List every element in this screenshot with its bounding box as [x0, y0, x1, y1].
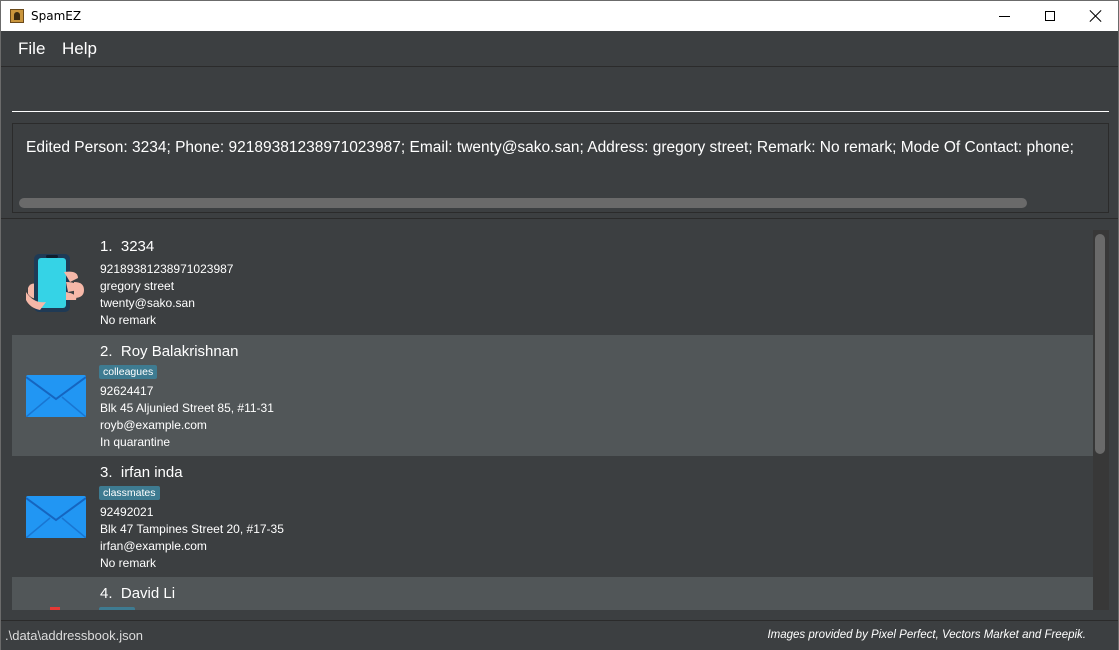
person-index: 1.: [100, 238, 113, 255]
person-email: irfan@example.com: [100, 539, 207, 553]
person-card[interactable]: 2. Roy Balakrishnan colleagues 92624417 …: [12, 335, 1093, 456]
save-location: .\data\addressbook.json: [5, 628, 144, 643]
person-address: Blk 47 Tampines Street 20, #17-35: [100, 522, 284, 536]
close-icon: [1090, 10, 1102, 22]
result-message: Edited Person: 3234; Phone: 921893812389…: [26, 139, 1074, 156]
maximize-icon: [1045, 11, 1055, 21]
app-logo-icon: [10, 9, 24, 23]
status-bar: .\data\addressbook.json Images provided …: [1, 620, 1118, 650]
result-display: Edited Person: 3234; Phone: 921893812389…: [12, 123, 1109, 213]
person-index: 2.: [100, 343, 113, 360]
image-credits: Images provided by Pixel Perfect, Vector…: [767, 629, 1086, 641]
window-title: SpamEZ: [31, 9, 82, 23]
title-bar: SpamEZ: [1, 1, 1118, 31]
minimize-icon: [998, 15, 1010, 17]
person-phone: 92624417: [100, 384, 154, 398]
person-tag: [99, 607, 135, 610]
person-remark: In quarantine: [100, 435, 171, 449]
person-tag: colleagues: [99, 365, 158, 379]
person-card[interactable]: 4. David Li: [12, 577, 1093, 610]
menu-help[interactable]: Help: [62, 39, 97, 59]
person-name: 3. irfan inda: [100, 464, 183, 481]
person-address: Blk 45 Aljunied Street 85, #11-31: [100, 401, 274, 415]
person-index: 3.: [100, 464, 113, 481]
result-scroll-thumb[interactable]: [19, 198, 1027, 208]
result-display-panel: Edited Person: 3234; Phone: 921893812389…: [1, 119, 1118, 219]
command-box: [1, 68, 1118, 116]
close-button[interactable]: [1073, 1, 1119, 31]
menu-file[interactable]: File: [18, 39, 45, 59]
person-address: gregory street: [100, 279, 175, 293]
person-card[interactable]: 3. irfan inda classmates 92492021 Blk 47…: [12, 456, 1093, 577]
person-name: 2. Roy Balakrishnan: [100, 343, 238, 360]
person-phone: 92492021: [100, 505, 154, 519]
person-name-text: David Li: [120, 585, 176, 602]
person-name-text: irfan inda: [120, 464, 183, 481]
person-tag: classmates: [99, 486, 160, 500]
app-window: SpamEZ File Help Edited Person: 3234; Ph…: [0, 0, 1119, 650]
person-remark: No remark: [100, 556, 157, 570]
email-envelope-icon: [25, 496, 87, 542]
person-card[interactable]: 1. 3234 92189381238971023987 gregory str…: [12, 230, 1093, 335]
person-index: 4.: [100, 585, 113, 602]
phone-in-hand-icon: [26, 252, 86, 318]
person-remark: No remark: [100, 313, 157, 327]
maximize-button[interactable]: [1027, 1, 1073, 31]
person-name-text: Roy Balakrishnan: [120, 343, 239, 360]
list-vertical-scrollbar[interactable]: [1095, 234, 1105, 454]
command-input[interactable]: [12, 78, 1109, 112]
person-phone: 92189381238971023987: [100, 262, 234, 276]
person-name: 4. David Li: [100, 585, 175, 602]
result-horizontal-scrollbar[interactable]: [19, 198, 1108, 208]
person-email: twenty@sako.san: [100, 296, 195, 310]
minimize-button[interactable]: [981, 1, 1027, 31]
email-envelope-icon: [25, 375, 87, 421]
person-name: 1. 3234: [100, 238, 154, 255]
contact-mode-icon: [50, 607, 60, 610]
person-list: 1. 3234 92189381238971023987 gregory str…: [12, 230, 1109, 610]
menu-bar: File Help: [1, 31, 1118, 67]
person-name-text: 3234: [120, 238, 155, 255]
person-email: royb@example.com: [100, 418, 207, 432]
